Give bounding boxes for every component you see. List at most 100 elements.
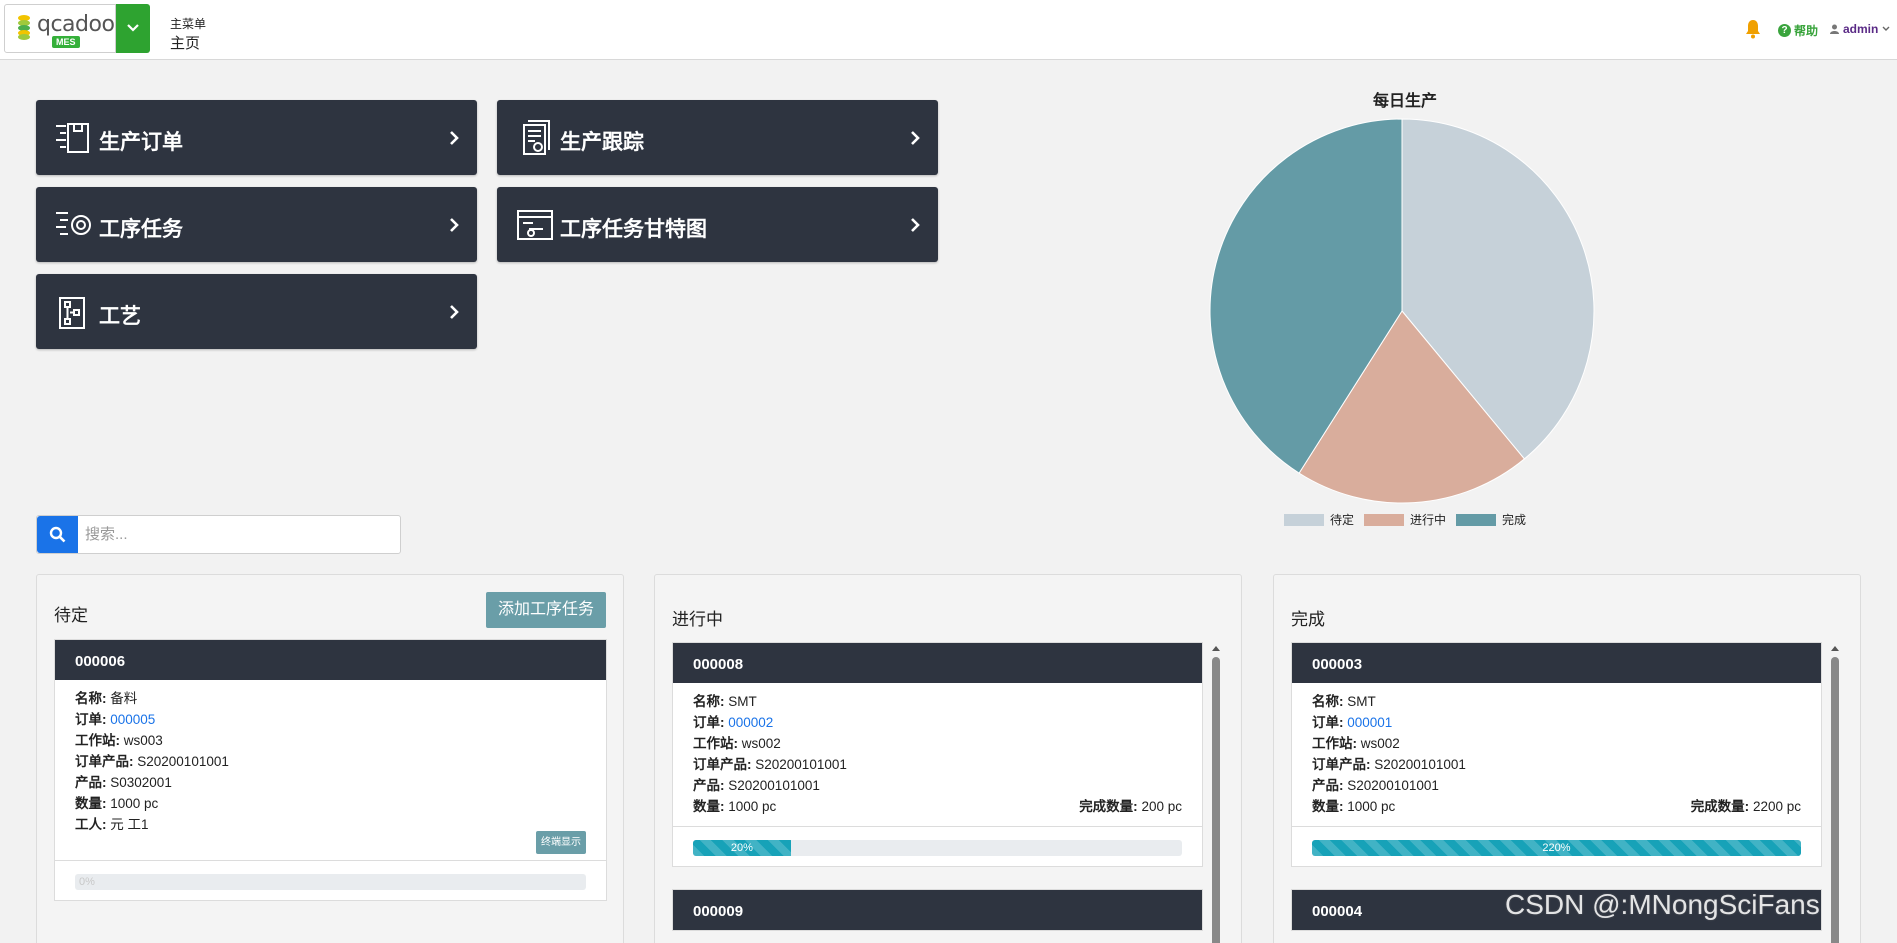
help-label: 帮助 <box>1794 24 1819 38</box>
help-link[interactable]: ? 帮助 <box>1778 22 1818 39</box>
chevron-right-icon <box>450 305 459 319</box>
tile-operational-task-gantt[interactable]: 工序任务甘特图 <box>497 187 938 262</box>
column-title: 进行中 <box>672 610 723 629</box>
legend-item-pending[interactable]: 待定 <box>1284 511 1354 528</box>
field-order-product: 订单产品: S20200101001 <box>693 757 847 772</box>
daily-production-pie-chart <box>1209 118 1595 504</box>
tile-label: 工序任务甘特图 <box>560 218 707 241</box>
chevron-down-icon <box>1882 26 1890 31</box>
technology-icon <box>59 297 85 329</box>
tile-technologies[interactable]: 工艺 <box>36 274 477 349</box>
field-workstation: 工作站: ws002 <box>693 736 781 751</box>
tile-label: 生产订单 <box>99 131 183 154</box>
field-order-product: 订单产品: S20200101001 <box>1312 757 1466 772</box>
task-card-footer: 220% <box>1292 826 1821 866</box>
chevron-right-icon <box>911 131 920 145</box>
task-card-body: 名称: SMT 订单: 000002 工作站: ws002 订单产品: S202… <box>673 683 1202 826</box>
logo-badge: MES <box>52 36 80 48</box>
search-box <box>36 515 401 554</box>
progress-fill: 220% <box>1312 840 1801 856</box>
main-menu-toggle[interactable] <box>116 4 150 53</box>
user-icon <box>1830 24 1839 34</box>
order-link[interactable]: 000002 <box>728 715 773 730</box>
scrollbar-thumb[interactable] <box>1831 657 1839 943</box>
search-button[interactable] <box>37 516 78 553</box>
bell-icon[interactable] <box>1745 19 1761 39</box>
task-card-id: 000009 <box>673 890 1202 930</box>
tile-operational-tasks[interactable]: 工序任务 <box>36 187 477 262</box>
legend-item-done[interactable]: 完成 <box>1456 511 1526 528</box>
chevron-right-icon <box>450 218 459 232</box>
progress-fill: 0% <box>79 876 95 888</box>
chart-title: 每日生产 <box>1372 93 1437 110</box>
progress-bar: 20% <box>693 840 1182 856</box>
legend-label: 进行中 <box>1410 513 1447 527</box>
logo-text: qcadoo <box>37 12 115 37</box>
column-title: 待定 <box>54 606 88 625</box>
field-product: 产品: S0302001 <box>75 775 172 790</box>
task-card[interactable]: 000009 <box>672 889 1203 931</box>
operational-task-icon <box>56 212 91 235</box>
legend-label: 完成 <box>1502 513 1527 527</box>
field-order: 订单: 000001 <box>1312 715 1393 730</box>
breadcrumb-main-menu[interactable]: 主菜单 <box>170 15 206 32</box>
field-done-quantity: 完成数量: 2200 pc <box>1690 799 1801 814</box>
chevron-right-icon <box>450 131 459 145</box>
search-input[interactable] <box>85 522 385 547</box>
watermark-text: CSDN @:MNongSciFans <box>1505 889 1820 920</box>
tile-production-orders[interactable]: 生产订单 <box>36 100 477 175</box>
coin-stack-icon <box>18 15 30 40</box>
legend-item-in-progress[interactable]: 进行中 <box>1364 511 1446 528</box>
task-card[interactable]: 000003 名称: SMT 订单: 000001 工作站: ws002 订单产… <box>1291 642 1822 867</box>
field-quantity: 数量: 1000 pc 完成数量: 2200 pc <box>1312 796 1801 817</box>
task-card-id: 000006 <box>55 640 606 680</box>
field-name: 名称: SMT <box>1312 694 1376 709</box>
chevron-down-icon <box>127 24 139 32</box>
legend-swatch <box>1284 513 1324 526</box>
question-icon: ? <box>1778 24 1791 37</box>
task-card-footer: 20% <box>673 826 1202 866</box>
field-quantity: 数量: 1000 pc 完成数量: 200 pc <box>693 796 1182 817</box>
legend-label: 待定 <box>1330 513 1355 527</box>
chart-legend: 待定 进行中 完成 <box>1284 511 1536 528</box>
field-product: 产品: S20200101001 <box>1312 778 1439 793</box>
task-card-body: 名称: 备料 订单: 000005 工作站: ws003 订单产品: S2020… <box>55 680 606 860</box>
legend-swatch <box>1456 513 1497 526</box>
legend-swatch <box>1364 513 1405 526</box>
user-menu[interactable]: admin <box>1830 22 1890 36</box>
field-done-quantity: 完成数量: 200 pc <box>1079 799 1182 814</box>
column-done: 完成 000003 名称: SMT 订单: 000001 工作站: ws002 … <box>1273 574 1861 943</box>
search-icon <box>49 526 66 543</box>
terminal-display-badge: 终端显示 <box>536 831 586 854</box>
tile-label: 工艺 <box>99 305 141 328</box>
task-card-body: 名称: SMT 订单: 000001 工作站: ws002 订单产品: S202… <box>1292 683 1821 826</box>
task-card[interactable]: 000006 名称: 备料 订单: 000005 工作站: ws003 订单产品… <box>54 639 607 901</box>
scroll-up-arrow[interactable] <box>1212 646 1220 651</box>
field-order: 订单: 000005 <box>75 712 156 727</box>
field-name: 名称: 备料 <box>75 691 138 706</box>
production-tracking-icon <box>523 120 550 155</box>
field-workstation: 工作站: ws002 <box>1312 736 1400 751</box>
progress-bar: 220% <box>1312 840 1801 856</box>
scroll-up-arrow[interactable] <box>1831 646 1839 651</box>
task-card[interactable]: 000008 名称: SMT 订单: 000002 工作站: ws002 订单产… <box>672 642 1203 867</box>
production-order-icon <box>56 123 89 153</box>
order-link[interactable]: 000005 <box>110 712 155 727</box>
field-order: 订单: 000002 <box>693 715 774 730</box>
tile-production-tracking[interactable]: 生产跟踪 <box>497 100 938 175</box>
progress-fill: 20% <box>693 840 791 856</box>
scrollbar-thumb[interactable] <box>1212 657 1220 943</box>
task-card-id: 000003 <box>1292 643 1821 683</box>
page-title: 主页 <box>170 35 201 52</box>
field-product: 产品: S20200101001 <box>693 778 820 793</box>
field-order-product: 订单产品: S20200101001 <box>75 754 229 769</box>
chevron-right-icon <box>911 218 920 232</box>
task-card-id: 000008 <box>673 643 1202 683</box>
add-operational-task-button[interactable]: 添加工序任务 <box>486 592 606 628</box>
gantt-chart-icon <box>517 210 553 240</box>
field-workstation: 工作站: ws003 <box>75 733 163 748</box>
order-link[interactable]: 000001 <box>1347 715 1392 730</box>
tile-label: 生产跟踪 <box>560 131 644 154</box>
app-logo[interactable]: qcadoo MES <box>4 4 116 53</box>
column-in-progress: 进行中 000008 名称: SMT 订单: 000002 工作站: ws002… <box>654 574 1242 943</box>
